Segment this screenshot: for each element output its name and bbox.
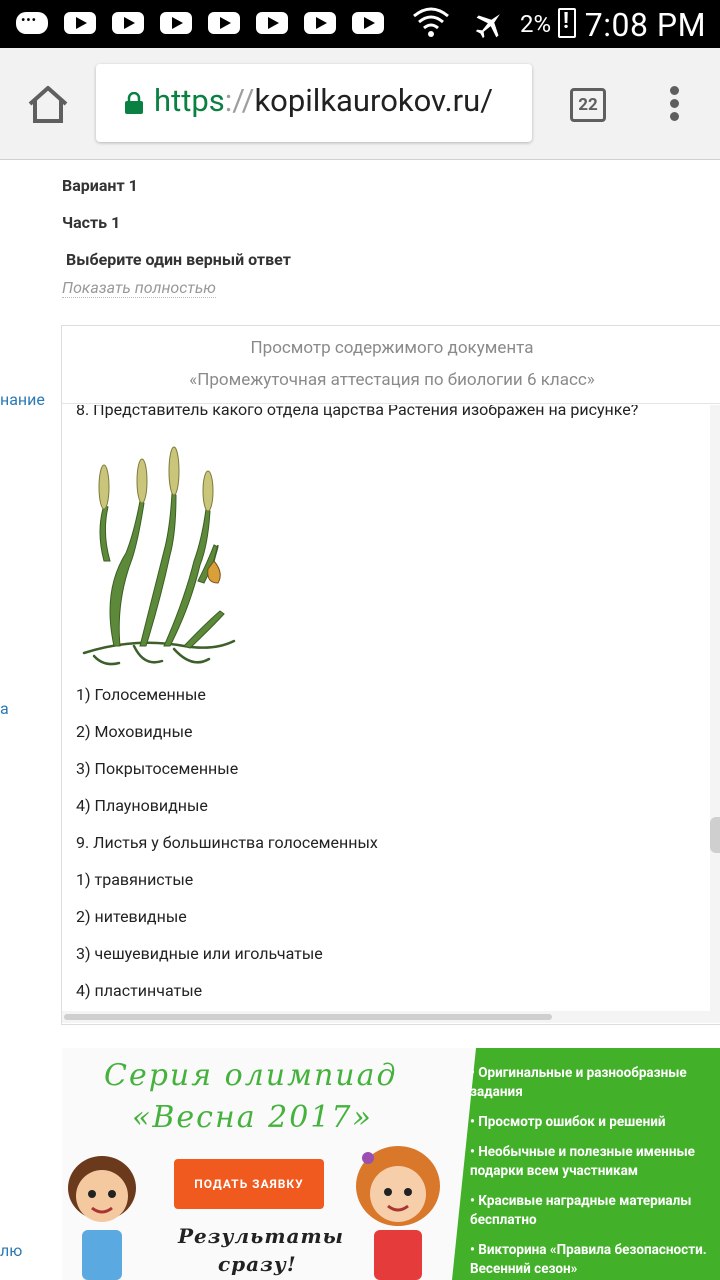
girl-illustration xyxy=(356,1146,440,1280)
sidebar-link[interactable]: а xyxy=(0,699,9,718)
address-bar[interactable]: https://kopilkaurokov.ru/ xyxy=(96,64,532,142)
olympiad-banner[interactable]: Серия олимпиад «Весна 2017» ПОДАТЬ ЗАЯВК… xyxy=(62,1048,720,1280)
answer-option: 2) нитевидные xyxy=(76,907,187,926)
features-list: Оригинальные и разнообразные задания Про… xyxy=(470,1064,718,1280)
horizontal-scroll-thumb[interactable] xyxy=(64,1014,552,1020)
feature-item: Оригинальные и разнообразные задания xyxy=(470,1064,718,1102)
overflow-menu-icon[interactable] xyxy=(668,86,680,126)
airplane-icon xyxy=(475,14,500,39)
answer-option: 4) Плауновидные xyxy=(76,796,208,815)
feature-item: Необычные и полезные именные подарки все… xyxy=(470,1143,718,1181)
answer-option: 4) пластинчатые xyxy=(76,981,203,1000)
lock-icon xyxy=(125,92,143,114)
results-text: Результаты xyxy=(178,1224,344,1248)
home-icon[interactable] xyxy=(26,84,70,124)
show-more-link[interactable]: Показать полностью xyxy=(62,278,216,298)
document-body[interactable]: 8. Представитель какого отдела царства Р… xyxy=(62,405,720,1011)
youtube-icon xyxy=(112,12,144,34)
vertical-scrollbar[interactable] xyxy=(710,405,720,1011)
question-text: 9. Листья у большинства голосеменных xyxy=(76,833,378,852)
youtube-icon xyxy=(352,12,384,34)
youtube-icon xyxy=(160,12,192,34)
youtube-icon xyxy=(256,12,288,34)
answer-option: 1) травянистые xyxy=(76,870,194,889)
viewer-header: Просмотр содержимого документа «Промежут… xyxy=(62,326,720,404)
youtube-icon xyxy=(304,12,336,34)
battery-icon xyxy=(558,8,576,38)
answer-option: 3) чешуевидные или игольчатые xyxy=(76,944,323,963)
chat-icon xyxy=(16,12,48,34)
viewer-title: Просмотр содержимого документа xyxy=(250,338,534,358)
youtube-icon xyxy=(64,12,96,34)
answer-option: 1) Голосеменные xyxy=(76,685,206,704)
battery-percent: 2% xyxy=(520,10,552,38)
document-name: «Промежуточная аттестация по биологии 6 … xyxy=(189,370,595,390)
part-heading: Часть 1 xyxy=(62,213,121,232)
wifi-icon xyxy=(413,7,449,37)
youtube-icon xyxy=(208,12,240,34)
answer-option: 3) Покрытосеменные xyxy=(76,759,239,778)
variant-heading: Вариант 1 xyxy=(62,176,138,195)
browser-toolbar: https://kopilkaurokov.ru/ 22 xyxy=(0,48,720,160)
answer-option: 2) Моховидные xyxy=(76,722,193,741)
url-text[interactable]: https://kopilkaurokov.ru/ xyxy=(154,82,493,119)
lycopod-plant-image xyxy=(82,446,236,666)
results-text: сразу! xyxy=(218,1252,297,1276)
clock: 7:08 PM xyxy=(584,6,706,44)
feature-item: Просмотр ошибок и решений xyxy=(470,1113,718,1132)
page-content: Вариант 1 Часть 1 Выберите один верный о… xyxy=(0,161,720,1280)
banner-subtitle: «Весна 2017» xyxy=(132,1100,373,1135)
apply-button[interactable]: ПОДАТЬ ЗАЯВКУ xyxy=(174,1159,324,1209)
sidebar-link[interactable]: лю xyxy=(0,1241,22,1260)
tab-switcher-button[interactable]: 22 xyxy=(570,88,606,122)
feature-item: Красивые наградные материалы бесплатно xyxy=(470,1192,718,1230)
vertical-scroll-thumb[interactable] xyxy=(710,817,720,853)
banner-title: Серия олимпиад xyxy=(104,1058,398,1093)
question-text: 8. Представитель какого отдела царства Р… xyxy=(76,405,639,419)
boy-illustration xyxy=(68,1156,136,1280)
status-bar: 2% 7:08 PM xyxy=(0,0,720,48)
document-viewer: Просмотр содержимого документа «Промежут… xyxy=(61,325,720,1025)
sidebar-link[interactable]: нание xyxy=(0,390,45,409)
feature-item: Викторина «Правила безопасности. Весенни… xyxy=(470,1241,718,1279)
instruction-heading: Выберите один верный ответ xyxy=(66,250,291,269)
